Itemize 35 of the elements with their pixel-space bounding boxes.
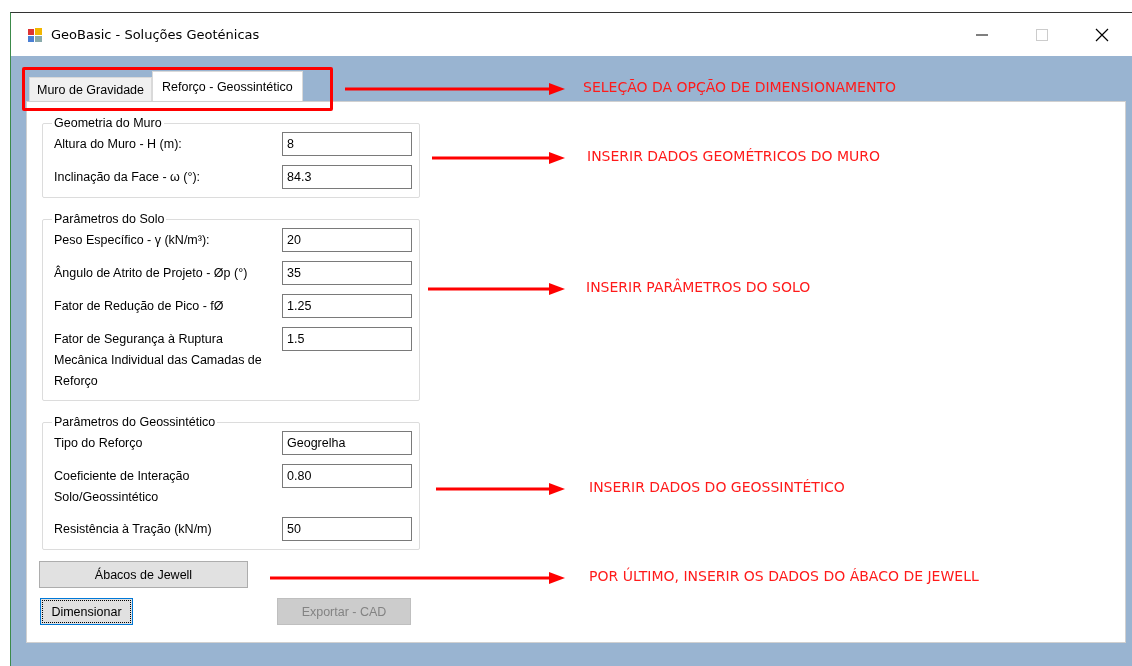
input-field[interactable]: Geogrelha xyxy=(282,431,412,455)
field-label: Tipo do Reforço xyxy=(54,435,144,452)
charts-button[interactable]: Ábacos de Jewell xyxy=(39,561,248,588)
input-field[interactable]: 35 xyxy=(282,261,412,285)
group-title: Geometria do Muro xyxy=(53,116,163,130)
input-field[interactable]: 50 xyxy=(282,517,412,541)
annotation-text: SELEÇÃO DA OPÇÃO DE DIMENSIONAMENTO xyxy=(583,79,896,95)
annotation-text: POR ÚLTIMO, INSERIR OS DADOS DO ÁBACO DE JEWELL xyxy=(589,568,979,584)
annotation-text: INSERIR DADOS DO GEOSSINTÉTICO xyxy=(589,479,845,495)
field-label: Peso Específico - γ (kN/m³): xyxy=(54,232,211,249)
tab[interactable]: Muro de Gravidade xyxy=(29,77,152,101)
group-title: Parâmetros do Solo xyxy=(53,212,166,226)
window-title: GeoBasic - Soluções Geoténicas xyxy=(51,27,260,42)
close-icon xyxy=(1095,27,1109,42)
field-label: Fator de Segurança à Ruptura Mecânica Individual das Camadas de Reforço xyxy=(54,331,263,390)
input-field[interactable]: 0.80 xyxy=(282,464,412,488)
group-title: Parâmetros do Geossintético xyxy=(53,415,217,429)
field-label: Ângulo de Atrito de Projeto - Øp (°) xyxy=(54,264,249,282)
field-label: Fator de Redução de Pico - fØ xyxy=(54,298,225,315)
field-label: Altura do Muro - H (m): xyxy=(54,136,183,153)
tab[interactable]: Reforço - Geossintético xyxy=(152,71,303,101)
field-label: Coeficiente de Interação Solo/Geossintético xyxy=(54,468,191,506)
field-label: Resistência à Tração (kN/m) xyxy=(54,521,213,538)
input-field[interactable]: 20 xyxy=(282,228,412,252)
input-field[interactable]: 1.25 xyxy=(282,294,412,318)
maximize-icon xyxy=(1035,27,1049,42)
annotation-text: INSERIR PARÂMETROS DO SOLO xyxy=(586,279,811,295)
minimize-icon xyxy=(976,33,988,36)
field-label: Inclinação da Face - ω (°): xyxy=(54,169,202,186)
annotation-text: INSERIR DADOS GEOMÉTRICOS DO MURO xyxy=(587,148,881,164)
input-field[interactable]: 8 xyxy=(282,132,412,156)
input-field[interactable]: 84.3 xyxy=(282,165,412,189)
app-icon xyxy=(27,26,43,43)
input-field[interactable]: 1.5 xyxy=(282,327,412,351)
action-button[interactable]: Dimensionar xyxy=(40,598,133,625)
